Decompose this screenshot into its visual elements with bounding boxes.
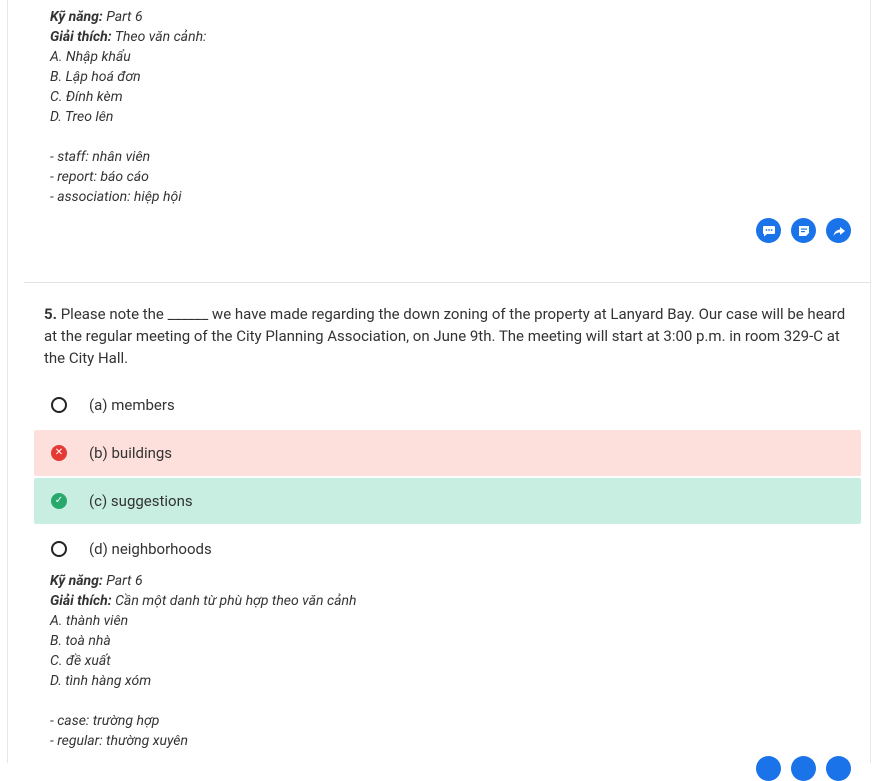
previous-explanation: Kỹ năng: Part 6 Giải thích: Theo văn cản… xyxy=(50,7,206,207)
option-label: (c) suggestions xyxy=(89,492,193,510)
share-icon xyxy=(833,226,845,236)
skill-line: Kỹ năng: Part 6 xyxy=(50,573,143,589)
vocab-item: - regular: thường xuyên xyxy=(50,733,188,749)
share-button[interactable] xyxy=(826,218,851,243)
explain-option-d: D. tình hàng xóm xyxy=(50,673,152,689)
right-border xyxy=(870,0,871,763)
comment-button[interactable] xyxy=(756,218,781,243)
correct-icon: ✓ xyxy=(51,493,67,509)
explain-option-c: C. Đính kèm xyxy=(50,89,123,105)
wrong-icon: ✕ xyxy=(51,445,67,461)
option-b[interactable]: ✕ (b) buildings xyxy=(34,430,861,476)
vocab-item: - case: trường hợp xyxy=(50,713,160,729)
option-label: (b) buildings xyxy=(89,444,173,462)
skill-line: Kỹ năng: Part 6 xyxy=(50,9,143,25)
radio-icon[interactable] xyxy=(51,397,67,413)
note-button[interactable] xyxy=(791,218,816,243)
divider xyxy=(24,282,870,283)
option-label: (a) members xyxy=(89,396,175,414)
action-buttons xyxy=(756,218,851,243)
left-border xyxy=(7,0,8,763)
question-body: Please note the ______ we have made rega… xyxy=(44,305,846,367)
question-number: 5. xyxy=(44,305,57,323)
note-button[interactable] xyxy=(791,756,816,781)
comment-icon xyxy=(762,225,775,236)
option-a[interactable]: (a) members xyxy=(34,382,861,428)
explain-option-a: A. thành viên xyxy=(50,613,129,629)
vocab-item: - association: hiệp hội xyxy=(50,189,182,205)
share-button[interactable] xyxy=(826,756,851,781)
explain-option-b: B. Lập hoá đơn xyxy=(50,69,141,85)
action-buttons-next xyxy=(756,756,851,781)
explain-option-c: C. đề xuất xyxy=(50,653,111,669)
question-text: 5. Please note the ______ we have made r… xyxy=(44,303,854,369)
vocab-item: - staff: nhân viên xyxy=(50,149,151,165)
explain-option-d: D. Treo lên xyxy=(50,109,114,125)
explanation: Kỹ năng: Part 6 Giải thích: Cần một danh… xyxy=(50,571,356,751)
radio-icon[interactable] xyxy=(51,541,67,557)
explain-option-a: A. Nhập khẩu xyxy=(50,49,131,65)
option-d[interactable]: (d) neighborhoods xyxy=(34,526,861,572)
option-label: (d) neighborhoods xyxy=(89,540,212,558)
explain-line: Giải thích: Theo văn cảnh: xyxy=(50,29,207,45)
option-c[interactable]: ✓ (c) suggestions xyxy=(34,478,861,524)
explain-line: Giải thích: Cần một danh từ phù hợp theo… xyxy=(50,593,357,609)
note-icon xyxy=(798,225,809,236)
explain-option-b: B. toà nhà xyxy=(50,633,111,649)
vocab-item: - report: báo cáo xyxy=(50,169,149,185)
comment-button[interactable] xyxy=(756,756,781,781)
